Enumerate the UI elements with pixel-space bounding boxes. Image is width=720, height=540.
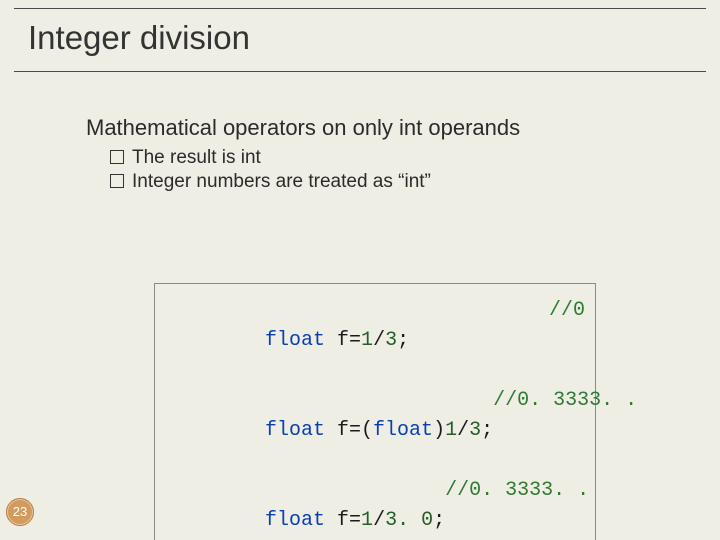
code-line-2: float f=(float)1/3; //0. 3333. .: [169, 386, 585, 476]
code-number: 3. 0: [385, 509, 433, 532]
title-band: Integer division: [14, 8, 706, 72]
code-number: 3: [385, 329, 397, 352]
code-text: f=: [325, 329, 361, 352]
code-keyword: float: [265, 419, 325, 442]
body-sub-2-text: Integer numbers are treated as “int”: [132, 171, 431, 192]
slide-title: Integer division: [28, 19, 692, 57]
code-text: ): [433, 419, 445, 442]
body-sub-1-text: The result is int: [132, 147, 261, 168]
code-comment: //0: [549, 296, 585, 386]
code-keyword: float: [373, 419, 433, 442]
code-text: ;: [481, 419, 493, 442]
body-sub-2: Integer numbers are treated as “int”: [110, 171, 664, 193]
code-text: /: [373, 509, 385, 532]
bullet-box-icon: [110, 150, 124, 164]
code-text: /: [457, 419, 469, 442]
code-number: 1: [361, 329, 373, 352]
code-text: f=: [325, 509, 361, 532]
code-number: 3: [469, 419, 481, 442]
code-keyword: float: [265, 329, 325, 352]
code-number: 1: [361, 509, 373, 532]
body: Mathematical operators on only int opera…: [86, 115, 664, 195]
body-heading: Mathematical operators on only int opera…: [86, 115, 664, 141]
code-block: float f=1/3; //0 float f=(float)1/3; //0…: [154, 283, 596, 540]
slide: Integer division Mathematical operators …: [0, 0, 720, 540]
code-line-3: float f=1/3. 0; //0. 3333. .: [169, 476, 585, 540]
code-comment: //0. 3333. .: [493, 386, 637, 476]
bullet-box-icon: [110, 174, 124, 188]
body-sub-1: The result is int: [110, 147, 664, 169]
page-number-badge: 23: [6, 498, 34, 526]
code-number: 1: [445, 419, 457, 442]
code-text: ;: [397, 329, 409, 352]
code-text: ;: [433, 509, 445, 532]
code-comment: //0. 3333. .: [445, 476, 589, 540]
code-text: /: [373, 329, 385, 352]
code-text: f=(: [325, 419, 373, 442]
code-keyword: float: [265, 509, 325, 532]
code-line-1: float f=1/3; //0: [169, 296, 585, 386]
